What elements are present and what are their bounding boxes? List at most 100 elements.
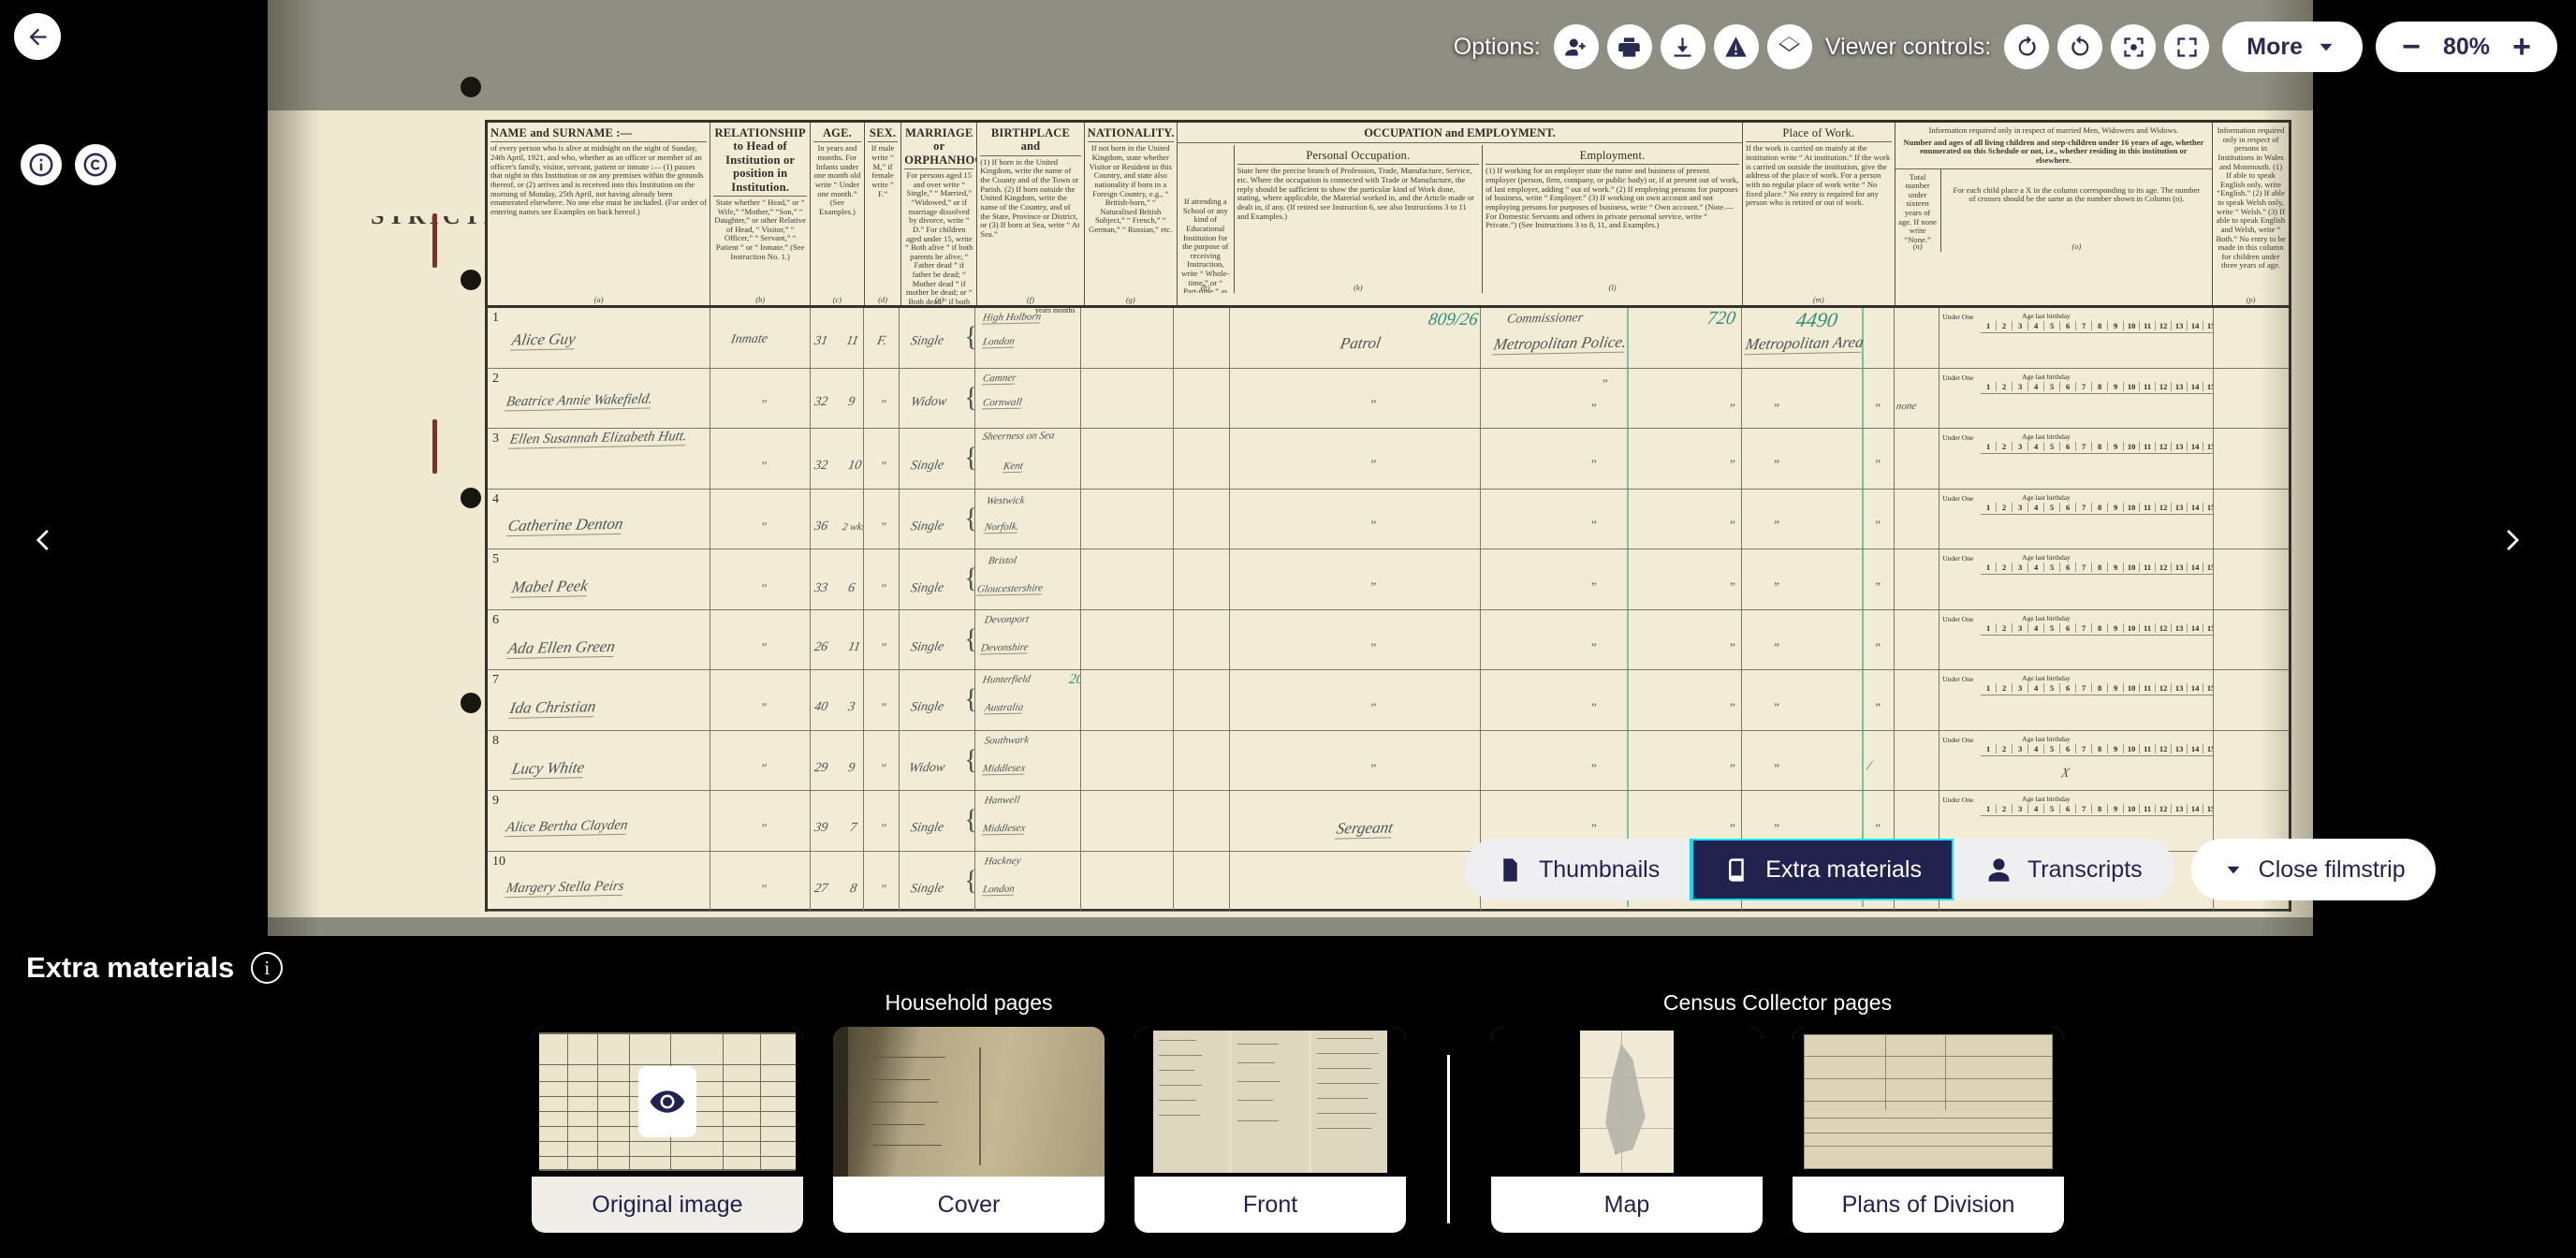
tab-transcripts[interactable]: Transcripts <box>1954 839 2174 900</box>
fullscreen-button[interactable] <box>2164 24 2209 69</box>
column-instructions: If the work is carried on mainly at the … <box>1746 144 1892 207</box>
entry-birthplace-2: Devonshire <box>979 641 1029 654</box>
more-label: More <box>2247 34 2303 61</box>
column-instructions: For each child place a X in the column c… <box>1944 186 2210 204</box>
cell-education <box>1174 670 1230 730</box>
info-button[interactable] <box>21 144 62 185</box>
cell-relationship: ” <box>710 429 810 489</box>
table-row[interactable]: 5 Mabel Peek ” 33 6 ” Single { <box>488 549 2289 610</box>
info-icon <box>27 151 55 179</box>
punch-hole <box>461 693 481 713</box>
options-label: Options: <box>1454 34 1541 61</box>
cell-sex: ” <box>864 670 900 730</box>
entry-sex: ” <box>879 581 887 596</box>
report-button[interactable] <box>1714 24 1759 69</box>
ditto-mark: ” <box>1370 397 1376 412</box>
entry-relationship: ” <box>760 821 768 836</box>
zoom-level: 80% <box>2436 34 2497 61</box>
ditto-mark: ” <box>1591 640 1597 655</box>
previous-page-button[interactable] <box>30 520 58 563</box>
ditto-mark: ” <box>1875 401 1881 416</box>
more-button[interactable]: More <box>2222 22 2363 72</box>
panel-info-button[interactable]: i <box>251 952 283 984</box>
back-button[interactable] <box>14 13 61 60</box>
table-row[interactable]: 1 Alice Guy Inmate 31 11 F. <box>488 308 2289 369</box>
card-caption: Plans of Division <box>1793 1177 2064 1233</box>
cell-children-ages: Under One Age last birthday 123456789101… <box>1939 429 2214 489</box>
cell-employment: ”” <box>1481 731 1742 791</box>
person-icon <box>1985 856 2012 884</box>
entry-age-months: 9 <box>846 394 856 409</box>
add-person-icon <box>1563 35 1588 60</box>
cell-place-of-work: ”” <box>1742 610 1894 670</box>
zoom-in-button[interactable]: + <box>2501 26 2542 67</box>
card-original-image[interactable]: Original image <box>532 1027 803 1233</box>
rotate-ccw-icon <box>2068 35 2093 60</box>
ditto-mark: ” <box>1591 700 1597 715</box>
entry-occupation-sergeant: Sergeant <box>1336 818 1396 839</box>
entry-marriage: Single <box>910 519 945 534</box>
cell-age: 36 2 wks <box>811 490 864 549</box>
card-cover[interactable]: Cover <box>833 1027 1105 1233</box>
age-grid-numbers: 123456789101112131415 <box>1981 563 2214 572</box>
entry-sex: ” <box>879 459 887 474</box>
next-page-button[interactable] <box>2497 520 2525 563</box>
card-plans-of-division[interactable]: Plans of Division <box>1793 1027 2064 1233</box>
cell-nationality <box>1081 549 1174 609</box>
cell-nationality <box>1081 791 1174 851</box>
cell-birthplace: Westwick Norfolk. <box>975 490 1082 549</box>
punch-hole <box>461 77 481 97</box>
add-person-button[interactable] <box>1554 24 1599 69</box>
green-birthplace-code: 2040 <box>1067 672 1081 688</box>
row-number: 9 <box>492 794 499 809</box>
entry-relationship: ” <box>760 881 768 896</box>
cell-employment: ”” <box>1481 549 1742 609</box>
age-grid-caption: Age last birthday <box>2022 432 2071 441</box>
options-buttons <box>1554 24 1812 69</box>
entry-sex: ” <box>879 821 887 836</box>
brace-icon: { <box>964 804 974 836</box>
document-list-icon <box>1497 856 1524 884</box>
column-instructions: (1) If working for an employer state the… <box>1486 167 1739 229</box>
age-grid-numbers: 123456789101112131415 <box>1981 623 2214 633</box>
card-front[interactable]: Front <box>1134 1027 1406 1233</box>
chevron-down-icon <box>2314 35 2338 59</box>
tab-extra-materials[interactable]: Extra materials <box>1691 839 1954 900</box>
cover-thumb-art <box>833 1027 1105 1177</box>
table-row[interactable]: 2 Beatrice Annie Wakefield. ” 32 9 ” Wid… <box>488 369 2289 430</box>
age-grid-numbers: 123456789101112131415 <box>1981 442 2214 451</box>
brace-icon: { <box>964 683 974 715</box>
column-header-employment: Employment. (1) If working for an employ… <box>1483 145 1742 293</box>
table-row[interactable]: 4 Catherine Denton ” 36 2 wks ” Single { <box>488 490 2289 550</box>
entry-children-none: none <box>1895 400 1917 411</box>
cell-language <box>2214 670 2289 730</box>
download-button[interactable] <box>1661 24 1705 69</box>
cell-birthplace: Bristol Gloucestershire <box>975 549 1082 609</box>
card-map[interactable]: Map <box>1491 1027 1763 1233</box>
ditto-mark: ” <box>1774 457 1779 472</box>
tab-thumbnails[interactable]: Thumbnails <box>1465 839 1691 900</box>
recenter-button[interactable] <box>2111 24 2156 69</box>
census-table: NAME and SURNAME :— of every person who … <box>485 120 2291 912</box>
age-grid-caption: Age last birthday <box>2022 312 2071 320</box>
age-grid-rule <box>1981 755 2214 756</box>
zoom-out-button[interactable]: − <box>2391 26 2432 67</box>
entry-age-months: 11 <box>846 639 861 654</box>
copyright-button[interactable] <box>75 144 116 185</box>
card-caption: Map <box>1491 1177 1763 1233</box>
layers-button[interactable] <box>1767 24 1812 69</box>
rotate-cw-button[interactable] <box>2004 24 2049 69</box>
print-button[interactable] <box>1607 24 1652 69</box>
cell-place-of-work: Metropolitan Area 4490 <box>1742 308 1894 368</box>
table-row[interactable]: 8 Lucy White ” 29 9 ” Widow { <box>488 731 2289 792</box>
layers-icon <box>1777 35 1802 60</box>
entry-age-months: 9 <box>846 760 856 775</box>
column-letter: (n) <box>1895 241 1940 251</box>
entry-sex: ” <box>879 881 887 896</box>
table-row[interactable]: 7 Ida Christian ” 40 3 ” Single { <box>488 670 2289 731</box>
rotate-ccw-button[interactable] <box>2057 24 2102 69</box>
close-filmstrip-button[interactable]: Close filmstrip <box>2191 839 2436 900</box>
table-row[interactable]: 3 Ellen Susannah Elizabeth Hutt. ” 32 10… <box>488 429 2289 490</box>
table-row[interactable]: 6 Ada Ellen Green ” 26 11 ” Single { <box>488 610 2289 671</box>
cell-marriage: Single { <box>900 308 974 368</box>
